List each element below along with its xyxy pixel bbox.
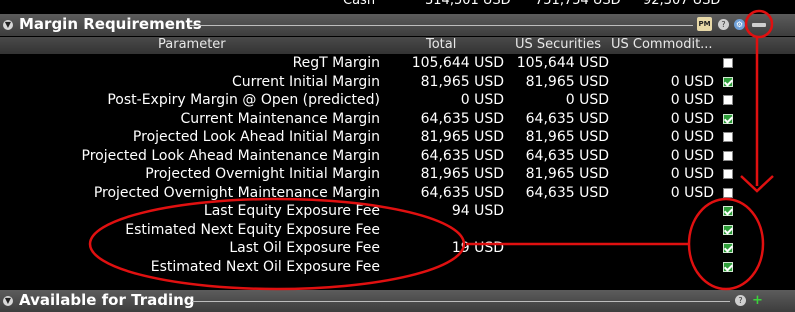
row-checkbox[interactable] <box>723 58 733 68</box>
table-row: RegT Margin 105,644 USD 105,644 USD <box>0 55 795 74</box>
row-us-securities: 81,965 USD <box>525 129 609 145</box>
cash-commodities: 92,307 USD <box>643 0 721 8</box>
row-parameter: RegT Margin <box>292 55 380 71</box>
row-total: 94 USD <box>451 203 504 219</box>
row-parameter: Current Maintenance Margin <box>180 110 380 127</box>
row-checkbox[interactable] <box>723 206 733 216</box>
row-total: 0 USD <box>460 92 504 108</box>
row-us-securities: 105,644 USD <box>516 55 609 71</box>
row-parameter: Last Equity Exposure Fee <box>203 203 380 219</box>
row-us-commodities: 0 USD <box>670 184 714 201</box>
settings-icon[interactable]: ⚙ <box>734 19 745 30</box>
row-total: 64,635 USD <box>420 110 504 127</box>
row-total: 81,965 USD <box>420 129 504 145</box>
row-us-commodities: 0 USD <box>670 110 714 127</box>
collapse-triangle-icon[interactable]: ▼ <box>3 296 13 306</box>
row-total: 81,965 USD <box>420 73 504 90</box>
table-row: Last Equity Exposure Fee 94 USD <box>0 203 795 222</box>
row-checkbox[interactable] <box>723 187 733 198</box>
row-us-commodities: 0 USD <box>670 73 714 90</box>
row-checkbox[interactable] <box>723 261 733 272</box>
row-parameter: Projected Overnight Initial Margin <box>145 166 380 182</box>
row-checkbox[interactable] <box>723 76 733 87</box>
help-icon[interactable]: ? <box>735 295 746 306</box>
header-divider <box>190 25 693 26</box>
cash-us: 751,754 USD <box>535 0 621 8</box>
row-parameter: Estimated Next Oil Exposure Fee <box>150 258 380 275</box>
row-parameter: Projected Overnight Maintenance Margin <box>93 184 380 201</box>
row-total: 19 USD <box>451 240 504 256</box>
table-row: Last Oil Exposure Fee 19 USD <box>0 240 795 259</box>
col-us-commodities[interactable]: US Commodit... <box>611 37 713 52</box>
margin-requirements-title: Margin Requirements <box>19 15 202 33</box>
table-row: Post-Expiry Margin @ Open (predicted) 0 U… <box>0 92 795 111</box>
table-row: Current Maintenance Margin 64,635 USD 64,6… <box>0 111 795 130</box>
margin-requirements-header[interactable]: ▼ Margin Requirements PM ? ⚙ <box>0 14 795 36</box>
row-us-securities: 64,635 USD <box>525 110 609 127</box>
row-checkbox[interactable] <box>723 113 733 124</box>
row-checkbox[interactable] <box>723 150 733 161</box>
table-row: Projected Overnight Maintenance Margin 64… <box>0 185 795 204</box>
row-checkbox[interactable] <box>723 169 733 179</box>
col-total[interactable]: Total <box>426 37 456 52</box>
row-checkbox[interactable] <box>723 224 733 235</box>
portfolio-margin-icon[interactable]: PM <box>697 17 712 31</box>
row-us-securities: 64,635 USD <box>525 184 609 201</box>
table-row: Estimated Next Oil Exposure Fee <box>0 259 795 278</box>
col-parameter[interactable]: Parameter <box>158 37 226 52</box>
help-icon[interactable]: ? <box>718 19 729 30</box>
row-us-securities: 81,965 USD <box>525 166 609 182</box>
row-checkbox[interactable] <box>723 95 733 105</box>
row-total: 81,965 USD <box>420 166 504 182</box>
row-parameter: Current Initial Margin <box>231 73 380 90</box>
row-us-securities: 81,965 USD <box>525 73 609 90</box>
row-checkbox[interactable] <box>723 132 733 142</box>
col-us-securities[interactable]: US Securities <box>515 37 601 52</box>
row-parameter: Estimated Next Equity Exposure Fee <box>125 221 380 238</box>
table-row: Current Initial Margin 81,965 USD 81,965 U… <box>0 74 795 93</box>
table-row: Estimated Next Equity Exposure Fee <box>0 222 795 241</box>
row-checkbox[interactable] <box>723 243 733 253</box>
table-row: Projected Look Ahead Initial Margin 81,96… <box>0 129 795 148</box>
row-total: 64,635 USD <box>420 184 504 201</box>
available-for-trading-title: Available for Trading <box>19 291 195 309</box>
row-parameter: Projected Look Ahead Initial Margin <box>132 129 380 145</box>
row-parameter: Last Oil Exposure Fee <box>229 240 380 256</box>
row-us-securities: 0 USD <box>565 92 609 108</box>
table-row: Projected Look Ahead Maintenance Margin 6… <box>0 148 795 167</box>
row-parameter: Post-Expiry Margin @ Open (predicted) <box>107 92 380 108</box>
row-us-commodities: 0 USD <box>670 166 714 182</box>
cash-total: 314,501 USD <box>425 0 511 8</box>
row-total: 64,635 USD <box>420 147 504 164</box>
row-parameter: Projected Look Ahead Maintenance Margin <box>81 147 381 164</box>
row-us-commodities: 0 USD <box>670 92 714 108</box>
minimize-icon[interactable] <box>752 23 766 27</box>
add-icon[interactable]: + <box>752 294 763 307</box>
available-for-trading-header[interactable]: ▼ Available for Trading ? + <box>0 290 795 312</box>
header-divider <box>192 301 730 302</box>
row-us-commodities: 0 USD <box>670 147 714 164</box>
cash-label: Cash <box>343 0 376 8</box>
row-us-commodities: 0 USD <box>670 129 714 145</box>
column-header-row: Parameter Total US Securities US Commodi… <box>0 37 795 54</box>
table-row: Projected Overnight Initial Margin 81,965… <box>0 166 795 185</box>
row-total: 105,644 USD <box>411 55 504 71</box>
collapse-triangle-icon[interactable]: ▼ <box>3 20 13 30</box>
row-us-securities: 64,635 USD <box>525 147 609 164</box>
previous-section-cash-row: Cash 314,501 USD 751,754 USD 92,307 USD <box>0 0 795 12</box>
